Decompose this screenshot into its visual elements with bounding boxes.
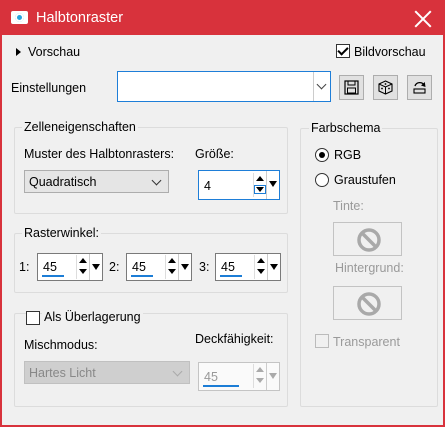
background-color-swatch[interactable]	[333, 286, 402, 320]
angle-3-label: 3:	[199, 260, 210, 274]
chevron-down-icon	[172, 366, 183, 377]
ink-color-swatch[interactable]	[333, 222, 402, 256]
halftone-dialog: Halbtonraster Vorschau Bildvorschau Eins…	[0, 0, 445, 427]
size-spinner[interactable]: 4	[198, 170, 280, 200]
grayscale-label: Graustufen	[334, 173, 396, 187]
settings-label: Einstellungen	[11, 81, 87, 95]
opacity-value: 45	[204, 370, 218, 384]
dropdown-arrow-icon[interactable]	[266, 363, 279, 390]
overlay-checkbox[interactable]	[26, 311, 40, 325]
blend-mode-select[interactable]: Hartes Licht	[24, 361, 190, 384]
screen-angles-heading: Rasterwinkel:	[22, 226, 102, 240]
angle-3-spinner[interactable]: 45	[215, 253, 281, 281]
save-icon	[344, 80, 359, 95]
down-arrow-icon[interactable]	[79, 269, 87, 274]
overlay-label: Als Überlagerung	[42, 310, 143, 324]
ink-label: Tinte:	[333, 199, 364, 213]
pattern-value: Quadratisch	[29, 175, 97, 189]
preview-label: Vorschau	[28, 45, 81, 59]
pattern-label: Muster des Halbtonrasters:	[24, 147, 175, 161]
dropdown-arrow-icon[interactable]	[267, 254, 280, 280]
size-value: 4	[204, 179, 211, 193]
angle-2-value: 45	[132, 260, 146, 274]
chevron-down-icon[interactable]	[313, 72, 330, 101]
down-arrow-icon[interactable]	[254, 185, 266, 194]
blend-mode-label: Mischmodus:	[24, 338, 98, 352]
preview-toggle[interactable]: Vorschau	[14, 45, 114, 63]
dice-icon	[378, 80, 393, 95]
camera-icon	[11, 11, 28, 24]
save-preset-button[interactable]	[339, 75, 364, 100]
opacity-label: Deckfähigkeit:	[195, 332, 274, 346]
chevron-down-icon	[151, 175, 162, 186]
angle-1-stepper[interactable]	[76, 255, 89, 279]
angle-1-level-bar	[42, 275, 64, 277]
cell-properties-heading: Zelleneigenschaften	[22, 120, 138, 134]
size-label: Größe:	[195, 147, 234, 161]
opacity-stepper[interactable]	[253, 364, 266, 388]
angle-2-spinner[interactable]: 45	[126, 253, 192, 281]
dropdown-arrow-icon[interactable]	[266, 171, 279, 199]
overlay-group	[14, 313, 288, 407]
angle-2-level-bar	[131, 275, 153, 277]
randomize-button[interactable]	[373, 75, 398, 100]
opacity-spinner[interactable]: 45	[198, 362, 280, 391]
reset-icon	[413, 81, 426, 94]
size-stepper[interactable]	[253, 173, 266, 197]
triangle-right-icon	[16, 48, 21, 56]
transparent-label: Transparent	[333, 335, 400, 349]
up-arrow-icon[interactable]	[256, 367, 264, 372]
blend-mode-value: Hartes Licht	[29, 366, 96, 380]
settings-dropdown[interactable]	[117, 71, 331, 102]
angle-1-label: 1:	[19, 260, 30, 274]
up-arrow-icon[interactable]	[256, 176, 264, 181]
transparent-checkbox[interactable]	[315, 334, 329, 348]
up-arrow-icon[interactable]	[168, 258, 176, 263]
title-bar: Halbtonraster	[2, 2, 443, 35]
down-arrow-icon[interactable]	[257, 269, 265, 274]
angle-2-label: 2:	[109, 260, 120, 274]
angle-1-value: 45	[43, 260, 57, 274]
window-title: Halbtonraster	[36, 10, 124, 26]
grayscale-radio[interactable]	[315, 173, 329, 187]
down-arrow-icon[interactable]	[256, 378, 264, 383]
up-arrow-icon[interactable]	[257, 258, 265, 263]
background-label: Hintergrund:	[335, 261, 404, 275]
down-arrow-icon[interactable]	[168, 269, 176, 274]
angle-3-stepper[interactable]	[254, 255, 267, 279]
rgb-radio[interactable]	[315, 148, 329, 162]
angle-2-stepper[interactable]	[165, 255, 178, 279]
image-preview-label: Bildvorschau	[354, 45, 426, 59]
up-arrow-icon[interactable]	[79, 258, 87, 263]
color-scheme-heading: Farbschema	[309, 121, 383, 135]
opacity-level-bar	[203, 385, 239, 387]
image-preview-checkbox[interactable]	[336, 44, 350, 58]
rgb-label: RGB	[334, 148, 362, 162]
angle-3-value: 45	[221, 260, 235, 274]
dropdown-arrow-icon[interactable]	[89, 254, 102, 280]
angle-3-level-bar	[220, 275, 242, 277]
no-color-icon	[357, 228, 381, 252]
no-color-icon	[357, 292, 381, 316]
dropdown-arrow-icon[interactable]	[178, 254, 191, 280]
angle-1-spinner[interactable]: 45	[37, 253, 103, 281]
close-button[interactable]	[411, 7, 435, 31]
reset-button[interactable]	[407, 75, 432, 100]
pattern-select[interactable]: Quadratisch	[24, 170, 169, 193]
